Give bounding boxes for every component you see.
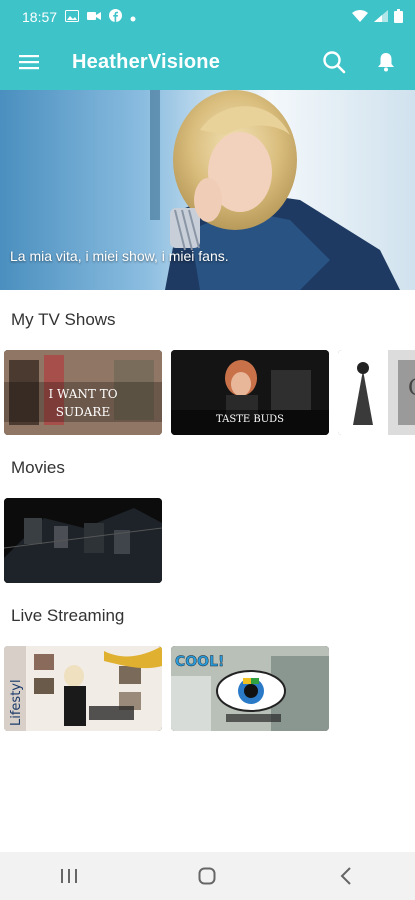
menu-button[interactable]: [16, 49, 42, 75]
movie-card[interactable]: [4, 498, 162, 583]
app-title: HeatherVisione: [72, 50, 221, 73]
back-button[interactable]: [326, 856, 366, 896]
tv-show-caption-2: SUDARE: [56, 405, 110, 419]
system-nav-bar: [0, 852, 415, 900]
live-stream-card[interactable]: COOL!: [171, 646, 329, 731]
live-stream-caption-2: COOL!: [175, 654, 224, 670]
movies-row[interactable]: [4, 498, 415, 583]
status-left: 18:57: [22, 9, 136, 25]
status-bar: 18:57: [0, 0, 415, 34]
hero-banner[interactable]: La mia vita, i miei show, i miei fans.: [0, 90, 415, 290]
status-right: [352, 8, 403, 26]
section-title-movies: Movies: [11, 458, 65, 477]
live-streaming-row[interactable]: Lifestyl COOL!: [4, 646, 415, 731]
video-call-icon: [87, 9, 102, 25]
bell-icon: [378, 53, 394, 72]
recent-apps-icon: [61, 869, 78, 883]
hero-tagline: La mia vita, i miei show, i miei fans.: [10, 248, 229, 264]
tv-show-caption-1: I WANT TO: [48, 387, 117, 401]
search-icon: [323, 51, 346, 74]
battery-icon: [394, 8, 403, 26]
tv-shows-row[interactable]: I WANT TO SUDARE TASTE BUDS G: [4, 350, 415, 435]
app-bar: HeatherVisione: [0, 34, 415, 90]
tv-show-card[interactable]: G: [338, 350, 415, 435]
hamburger-icon: [19, 55, 39, 70]
tv-show-caption-4: G: [408, 376, 415, 401]
tv-show-caption-3: TASTE BUDS: [216, 414, 284, 425]
section-title-live-streaming: Live Streaming: [11, 606, 125, 625]
home-icon: [198, 867, 216, 885]
app-bar-actions: [321, 49, 399, 75]
dot-icon: [130, 9, 136, 25]
search-button[interactable]: [321, 49, 347, 75]
live-stream-card[interactable]: Lifestyl: [4, 646, 162, 731]
section-title-tv-shows: My TV Shows: [11, 310, 116, 329]
facebook-icon: [109, 9, 123, 25]
recent-apps-button[interactable]: [49, 856, 89, 896]
back-icon: [340, 867, 351, 885]
status-time: 18:57: [22, 9, 58, 25]
home-button[interactable]: [187, 856, 227, 896]
tv-show-card[interactable]: TASTE BUDS: [171, 350, 329, 435]
live-stream-caption-1: Lifestyl: [9, 679, 24, 726]
signal-icon: [374, 9, 388, 25]
wifi-icon: [352, 9, 368, 25]
image-icon: [65, 9, 80, 25]
tv-show-card[interactable]: I WANT TO SUDARE: [4, 350, 162, 435]
notifications-button[interactable]: [373, 49, 399, 75]
